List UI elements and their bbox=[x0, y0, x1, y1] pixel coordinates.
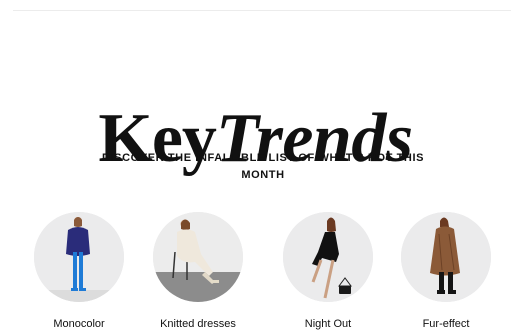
header-divider bbox=[13, 10, 511, 11]
category-image-night-out[interactable] bbox=[283, 212, 373, 302]
category-image-monocolor[interactable] bbox=[34, 212, 124, 302]
category-fur-effect[interactable]: Fur-effect bbox=[401, 212, 491, 330]
category-monocolor[interactable]: Monocolor bbox=[34, 212, 124, 330]
category-label[interactable]: Knitted dresses bbox=[133, 318, 263, 330]
category-label[interactable]: Night Out bbox=[263, 318, 393, 330]
category-image-knitted-dresses[interactable] bbox=[153, 212, 243, 302]
category-night-out[interactable]: Night Out bbox=[283, 212, 373, 330]
category-label[interactable]: Monocolor bbox=[14, 318, 144, 330]
category-image-fur-effect[interactable] bbox=[401, 212, 491, 302]
category-label[interactable]: Fur-effect bbox=[381, 318, 511, 330]
category-knitted-dresses[interactable]: Knitted dresses bbox=[153, 212, 243, 330]
page-subtitle: DISCOVER THE INFALLIBLE LIST OF WHAT'S H… bbox=[101, 152, 425, 181]
